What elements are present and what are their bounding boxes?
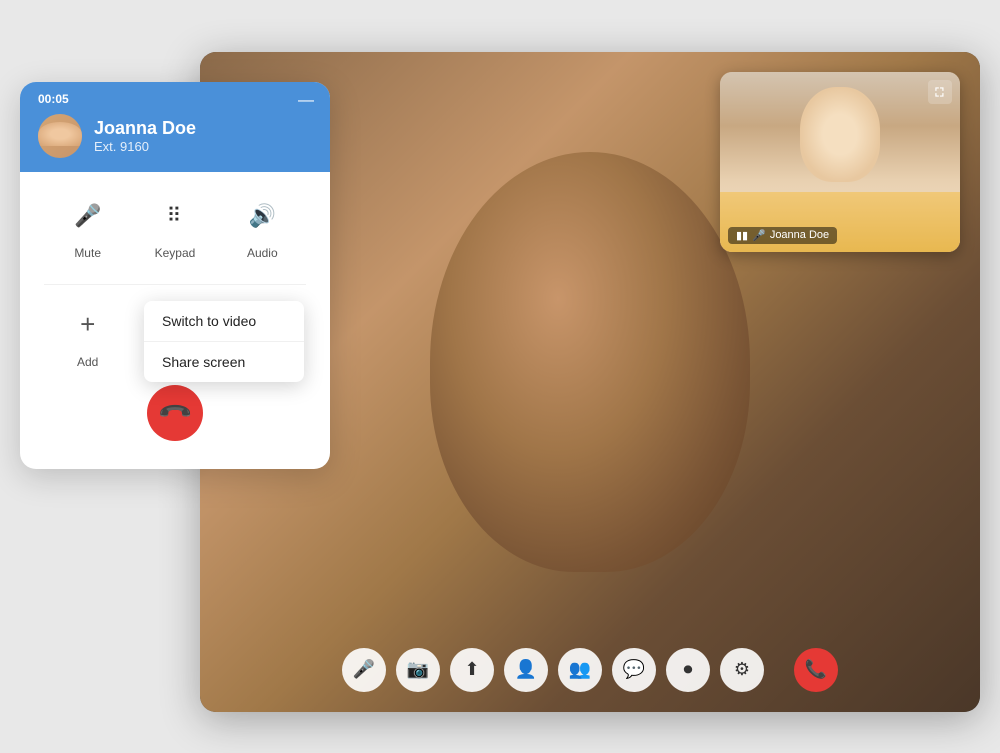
video-toolbar-add-person-button[interactable]: 👤 bbox=[504, 648, 548, 692]
minimize-button[interactable]: — bbox=[298, 92, 314, 110]
expand-button[interactable] bbox=[928, 80, 952, 104]
add-label: Add bbox=[77, 355, 98, 369]
keypad-icon: ⠿ bbox=[151, 192, 199, 240]
video-toolbar-end-call-button[interactable]: 📞 bbox=[794, 648, 838, 692]
call-timer: 00:05 bbox=[38, 92, 69, 106]
thumbnail-face bbox=[720, 72, 960, 252]
video-toolbar-chat-button[interactable]: 💬 bbox=[612, 648, 656, 692]
share-screen-item[interactable]: Share screen bbox=[144, 342, 304, 382]
add-icon: + bbox=[64, 301, 112, 349]
caller-ext: Ext. 9160 bbox=[94, 139, 196, 154]
video-toolbar-mic-button[interactable]: 🎤 bbox=[342, 648, 386, 692]
keypad-label: Keypad bbox=[155, 246, 196, 260]
mute-button[interactable]: 🎤 Mute bbox=[64, 192, 112, 260]
end-call-icon: 📞 bbox=[156, 394, 194, 432]
video-toolbar-people-button[interactable]: 👥 bbox=[558, 648, 602, 692]
thumbnail-caller-name: Joanna Doe bbox=[770, 229, 829, 241]
call-panel-body: 🎤 Mute ⠿ Keypad 🔊 Audio + Add bbox=[20, 172, 330, 469]
switch-to-video-item[interactable]: Switch to video bbox=[144, 301, 304, 342]
audio-label: Audio bbox=[247, 246, 278, 260]
dropdown-menu: Switch to video Share screen bbox=[144, 301, 304, 382]
action-row-1: 🎤 Mute ⠿ Keypad 🔊 Audio bbox=[44, 192, 306, 260]
audio-icon: 🔊 bbox=[238, 192, 286, 240]
expand-icon bbox=[933, 85, 947, 99]
person-face bbox=[430, 152, 750, 572]
end-call-panel: 📞 bbox=[44, 385, 306, 449]
add-call-button[interactable]: + Add bbox=[64, 301, 112, 369]
caller-avatar bbox=[38, 114, 82, 158]
mute-icon: 🎤 bbox=[64, 192, 112, 240]
end-call-button[interactable]: 📞 bbox=[147, 385, 203, 441]
mute-label: Mute bbox=[74, 246, 101, 260]
keypad-button[interactable]: ⠿ Keypad bbox=[151, 192, 199, 260]
thumbnail-name-bar: ▮▮ 🎤 Joanna Doe bbox=[728, 227, 837, 244]
scene: ▮▮ 🎤 Joanna Doe 🎤 📷 ⬆ 👤 👥 💬 ⏺ ⚙ 📞 bbox=[20, 22, 980, 732]
panel-divider bbox=[44, 284, 306, 285]
thumbnail-signal-icon: ▮▮ bbox=[736, 229, 748, 242]
call-panel-header: 00:05 — Joanna Doe Ext. 9160 bbox=[20, 82, 330, 172]
caller-info: Joanna Doe Ext. 9160 bbox=[94, 118, 196, 154]
caller-name: Joanna Doe bbox=[94, 118, 196, 139]
video-toolbar-share-button[interactable]: ⬆ bbox=[450, 648, 494, 692]
video-toolbar: 🎤 📷 ⬆ 👤 👥 💬 ⏺ ⚙ 📞 bbox=[200, 648, 980, 692]
video-toolbar-settings-button[interactable]: ⚙ bbox=[720, 648, 764, 692]
video-thumbnail: ▮▮ 🎤 Joanna Doe bbox=[720, 72, 960, 252]
action-row-2: + Add 🎥 ••• Actions Switch to video Shar… bbox=[44, 301, 306, 369]
video-toolbar-video-button[interactable]: 📷 bbox=[396, 648, 440, 692]
audio-button[interactable]: 🔊 Audio bbox=[238, 192, 286, 260]
video-toolbar-record-button[interactable]: ⏺ bbox=[666, 648, 710, 692]
thumbnail-mic-icon: 🎤 bbox=[752, 229, 766, 242]
call-panel: 00:05 — Joanna Doe Ext. 9160 🎤 Mute ⠿ Ke… bbox=[20, 82, 330, 469]
